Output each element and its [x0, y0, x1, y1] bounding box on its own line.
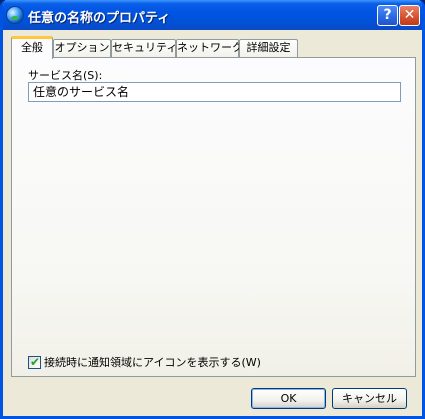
tab-label: 詳細設定 — [246, 41, 291, 54]
close-button[interactable]: ✕ — [399, 5, 420, 26]
tab-label: 全般 — [21, 41, 43, 54]
service-name-input[interactable]: 任意のサービス名 — [28, 82, 401, 102]
close-icon: ✕ — [403, 7, 416, 23]
checkmark-icon: ✔ — [30, 355, 41, 369]
general-tab-panel: サービス名(S): 任意のサービス名 ✔ 接続時に通知領域にアイコンを表示する(… — [11, 57, 416, 377]
window-title: 任意の名称のプロパティ — [28, 11, 171, 26]
properties-dialog: 任意の名称のプロパティ ? ✕ 全般 オプション セキュリティ ネットワーク 詳… — [0, 0, 425, 419]
tab-security[interactable]: セキュリティ — [111, 39, 178, 57]
show-icon-checkbox[interactable]: ✔ — [28, 355, 41, 369]
show-icon-checkbox-label: 接続時に通知領域にアイコンを表示する(W) — [44, 356, 261, 369]
tab-label: セキュリティ — [112, 41, 178, 54]
help-button[interactable]: ? — [377, 5, 398, 26]
tab-options[interactable]: オプション — [53, 39, 111, 57]
tab-label: オプション — [54, 41, 110, 54]
tab-advanced[interactable]: 詳細設定 — [239, 39, 298, 57]
cancel-button[interactable]: キャンセル — [332, 388, 407, 409]
tab-label: ネットワーク — [177, 41, 243, 54]
title-bar[interactable]: 任意の名称のプロパティ ? ✕ — [3, 0, 422, 30]
tab-general[interactable]: 全般 — [11, 36, 53, 59]
network-connection-icon — [7, 7, 23, 23]
tab-network[interactable]: ネットワーク — [176, 39, 243, 57]
help-icon: ? — [383, 7, 392, 23]
service-name-label: サービス名(S): — [28, 69, 103, 82]
ok-button[interactable]: OK — [251, 388, 326, 409]
